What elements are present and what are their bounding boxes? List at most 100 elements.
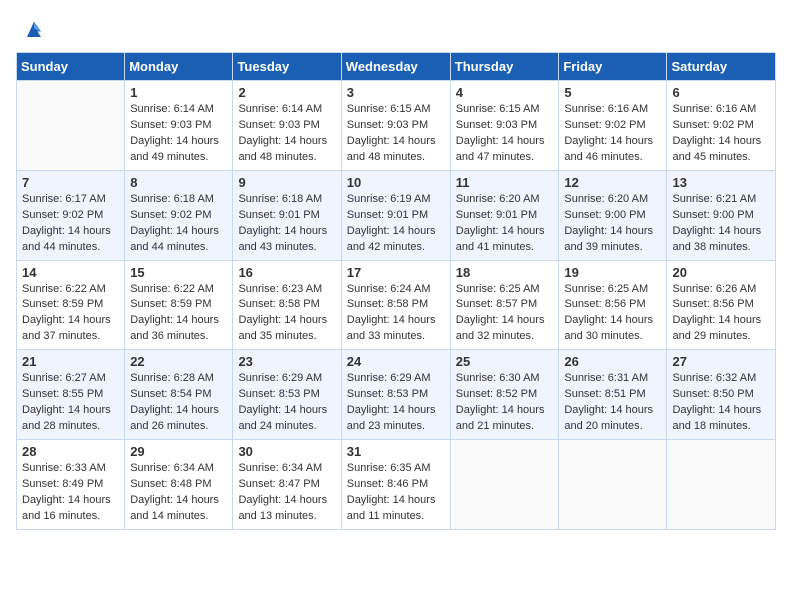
- cell-info: Sunrise: 6:20 AM Sunset: 9:01 PM Dayligh…: [456, 192, 554, 256]
- day-number: 6: [672, 85, 770, 100]
- day-number: 10: [347, 175, 445, 190]
- calendar-cell: 27Sunrise: 6:32 AM Sunset: 8:50 PM Dayli…: [667, 350, 776, 440]
- cell-info: Sunrise: 6:15 AM Sunset: 9:03 PM Dayligh…: [456, 102, 554, 166]
- calendar-week-4: 21 Sunrise: 6:27 AM Sunset: 8:55 PM Dayli…: [17, 350, 776, 440]
- day-number: 23: [238, 354, 335, 369]
- cell-info: Sunrise: 6:34 AM Sunset: 8:48 PM Dayligh…: [130, 461, 227, 525]
- day-number: 12: [564, 175, 661, 190]
- calendar-cell: 11Sunrise: 6:20 AM Sunset: 9:01 PM Dayli…: [450, 170, 559, 260]
- cell-info: Sunrise: 6:25 AM Sunset: 8:57 PM Dayligh…: [456, 282, 554, 346]
- calendar-cell: 20 Sunrise: 6:26 AM Sunset: 8:56 PM Dayli…: [667, 260, 776, 350]
- cell-info: Sunrise: 6:19 AM Sunset: 9:01 PM Dayligh…: [347, 192, 445, 256]
- calendar-cell: 17 Sunrise: 6:24 AM Sunset: 8:58 PM Dayli…: [341, 260, 450, 350]
- calendar-cell: 21 Sunrise: 6:27 AM Sunset: 8:55 PM Dayli…: [17, 350, 125, 440]
- cell-info: Sunrise: 6:29 AM Sunset: 8:53 PM Dayligh…: [238, 371, 335, 435]
- calendar-cell: 8 Sunrise: 6:18 AM Sunset: 9:02 PM Daylig…: [125, 170, 233, 260]
- cell-info: Sunrise: 6:22 AM Sunset: 8:59 PM Dayligh…: [22, 282, 119, 346]
- cell-info: Sunrise: 6:23 AM Sunset: 8:58 PM Dayligh…: [238, 282, 335, 346]
- day-number: 19: [564, 265, 661, 280]
- calendar-cell: 25 Sunrise: 6:30 AM Sunset: 8:52 PM Dayli…: [450, 350, 559, 440]
- cell-info: Sunrise: 6:26 AM Sunset: 8:56 PM Dayligh…: [672, 282, 770, 346]
- weekday-header-saturday: Saturday: [667, 53, 776, 81]
- cell-info: Sunrise: 6:30 AM Sunset: 8:52 PM Dayligh…: [456, 371, 554, 435]
- calendar-cell: 13 Sunrise: 6:21 AM Sunset: 9:00 PM Dayli…: [667, 170, 776, 260]
- day-number: 8: [130, 175, 227, 190]
- weekday-header-thursday: Thursday: [450, 53, 559, 81]
- calendar-cell: 6 Sunrise: 6:16 AM Sunset: 9:02 PM Daylig…: [667, 81, 776, 171]
- calendar-cell: 2 Sunrise: 6:14 AM Sunset: 9:03 PM Daylig…: [233, 81, 341, 171]
- calendar-cell: [559, 440, 667, 530]
- cell-info: Sunrise: 6:29 AM Sunset: 8:53 PM Dayligh…: [347, 371, 445, 435]
- cell-info: Sunrise: 6:14 AM Sunset: 9:03 PM Dayligh…: [130, 102, 227, 166]
- cell-info: Sunrise: 6:20 AM Sunset: 9:00 PM Dayligh…: [564, 192, 661, 256]
- weekday-header-friday: Friday: [559, 53, 667, 81]
- calendar-cell: 5Sunrise: 6:16 AM Sunset: 9:02 PM Daylig…: [559, 81, 667, 171]
- day-number: 3: [347, 85, 445, 100]
- cell-info: Sunrise: 6:27 AM Sunset: 8:55 PM Dayligh…: [22, 371, 119, 435]
- calendar-cell: 10 Sunrise: 6:19 AM Sunset: 9:01 PM Dayli…: [341, 170, 450, 260]
- day-number: 4: [456, 85, 554, 100]
- calendar-cell: 15 Sunrise: 6:22 AM Sunset: 8:59 PM Dayli…: [125, 260, 233, 350]
- calendar-cell: 24 Sunrise: 6:29 AM Sunset: 8:53 PM Dayli…: [341, 350, 450, 440]
- day-number: 28: [22, 444, 119, 459]
- logo: [16, 16, 48, 44]
- day-number: 13: [672, 175, 770, 190]
- calendar-cell: 1 Sunrise: 6:14 AM Sunset: 9:03 PM Daylig…: [125, 81, 233, 171]
- weekday-header-monday: Monday: [125, 53, 233, 81]
- calendar-cell: 26Sunrise: 6:31 AM Sunset: 8:51 PM Dayli…: [559, 350, 667, 440]
- day-number: 18: [456, 265, 554, 280]
- day-number: 27: [672, 354, 770, 369]
- calendar-cell: 30 Sunrise: 6:34 AM Sunset: 8:47 PM Dayli…: [233, 440, 341, 530]
- day-number: 2: [238, 85, 335, 100]
- calendar-cell: 3 Sunrise: 6:15 AM Sunset: 9:03 PM Daylig…: [341, 81, 450, 171]
- day-number: 26: [564, 354, 661, 369]
- calendar-week-3: 14 Sunrise: 6:22 AM Sunset: 8:59 PM Dayli…: [17, 260, 776, 350]
- day-number: 17: [347, 265, 445, 280]
- cell-info: Sunrise: 6:15 AM Sunset: 9:03 PM Dayligh…: [347, 102, 445, 166]
- day-number: 30: [238, 444, 335, 459]
- calendar-table: SundayMondayTuesdayWednesdayThursdayFrid…: [16, 52, 776, 530]
- day-number: 15: [130, 265, 227, 280]
- calendar-cell: 31 Sunrise: 6:35 AM Sunset: 8:46 PM Dayli…: [341, 440, 450, 530]
- day-number: 9: [238, 175, 335, 190]
- logo-icon: [20, 16, 48, 44]
- cell-info: Sunrise: 6:16 AM Sunset: 9:02 PM Dayligh…: [672, 102, 770, 166]
- day-number: 20: [672, 265, 770, 280]
- calendar-cell: 23 Sunrise: 6:29 AM Sunset: 8:53 PM Dayli…: [233, 350, 341, 440]
- calendar-cell: 19 Sunrise: 6:25 AM Sunset: 8:56 PM Dayli…: [559, 260, 667, 350]
- weekday-header-sunday: Sunday: [17, 53, 125, 81]
- calendar-cell: 14 Sunrise: 6:22 AM Sunset: 8:59 PM Dayli…: [17, 260, 125, 350]
- calendar-cell: 22Sunrise: 6:28 AM Sunset: 8:54 PM Dayli…: [125, 350, 233, 440]
- day-number: 22: [130, 354, 227, 369]
- calendar-cell: 16 Sunrise: 6:23 AM Sunset: 8:58 PM Dayli…: [233, 260, 341, 350]
- cell-info: Sunrise: 6:22 AM Sunset: 8:59 PM Dayligh…: [130, 282, 227, 346]
- day-number: 24: [347, 354, 445, 369]
- weekday-header-tuesday: Tuesday: [233, 53, 341, 81]
- day-number: 14: [22, 265, 119, 280]
- cell-info: Sunrise: 6:25 AM Sunset: 8:56 PM Dayligh…: [564, 282, 661, 346]
- cell-info: Sunrise: 6:14 AM Sunset: 9:03 PM Dayligh…: [238, 102, 335, 166]
- calendar-cell: 18 Sunrise: 6:25 AM Sunset: 8:57 PM Dayli…: [450, 260, 559, 350]
- day-number: 25: [456, 354, 554, 369]
- day-number: 29: [130, 444, 227, 459]
- cell-info: Sunrise: 6:21 AM Sunset: 9:00 PM Dayligh…: [672, 192, 770, 256]
- cell-info: Sunrise: 6:24 AM Sunset: 8:58 PM Dayligh…: [347, 282, 445, 346]
- day-number: 1: [130, 85, 227, 100]
- calendar-week-2: 7Sunrise: 6:17 AM Sunset: 9:02 PM Daylig…: [17, 170, 776, 260]
- page-header: [16, 16, 776, 44]
- cell-info: Sunrise: 6:33 AM Sunset: 8:49 PM Dayligh…: [22, 461, 119, 525]
- calendar-cell: [450, 440, 559, 530]
- day-number: 21: [22, 354, 119, 369]
- calendar-week-1: 1 Sunrise: 6:14 AM Sunset: 9:03 PM Daylig…: [17, 81, 776, 171]
- calendar-cell: [17, 81, 125, 171]
- cell-info: Sunrise: 6:17 AM Sunset: 9:02 PM Dayligh…: [22, 192, 119, 256]
- cell-info: Sunrise: 6:18 AM Sunset: 9:02 PM Dayligh…: [130, 192, 227, 256]
- calendar-header: SundayMondayTuesdayWednesdayThursdayFrid…: [17, 53, 776, 81]
- day-number: 16: [238, 265, 335, 280]
- calendar-cell: 9 Sunrise: 6:18 AM Sunset: 9:01 PM Daylig…: [233, 170, 341, 260]
- cell-info: Sunrise: 6:18 AM Sunset: 9:01 PM Dayligh…: [238, 192, 335, 256]
- day-number: 31: [347, 444, 445, 459]
- cell-info: Sunrise: 6:35 AM Sunset: 8:46 PM Dayligh…: [347, 461, 445, 525]
- cell-info: Sunrise: 6:16 AM Sunset: 9:02 PM Dayligh…: [564, 102, 661, 166]
- cell-info: Sunrise: 6:34 AM Sunset: 8:47 PM Dayligh…: [238, 461, 335, 525]
